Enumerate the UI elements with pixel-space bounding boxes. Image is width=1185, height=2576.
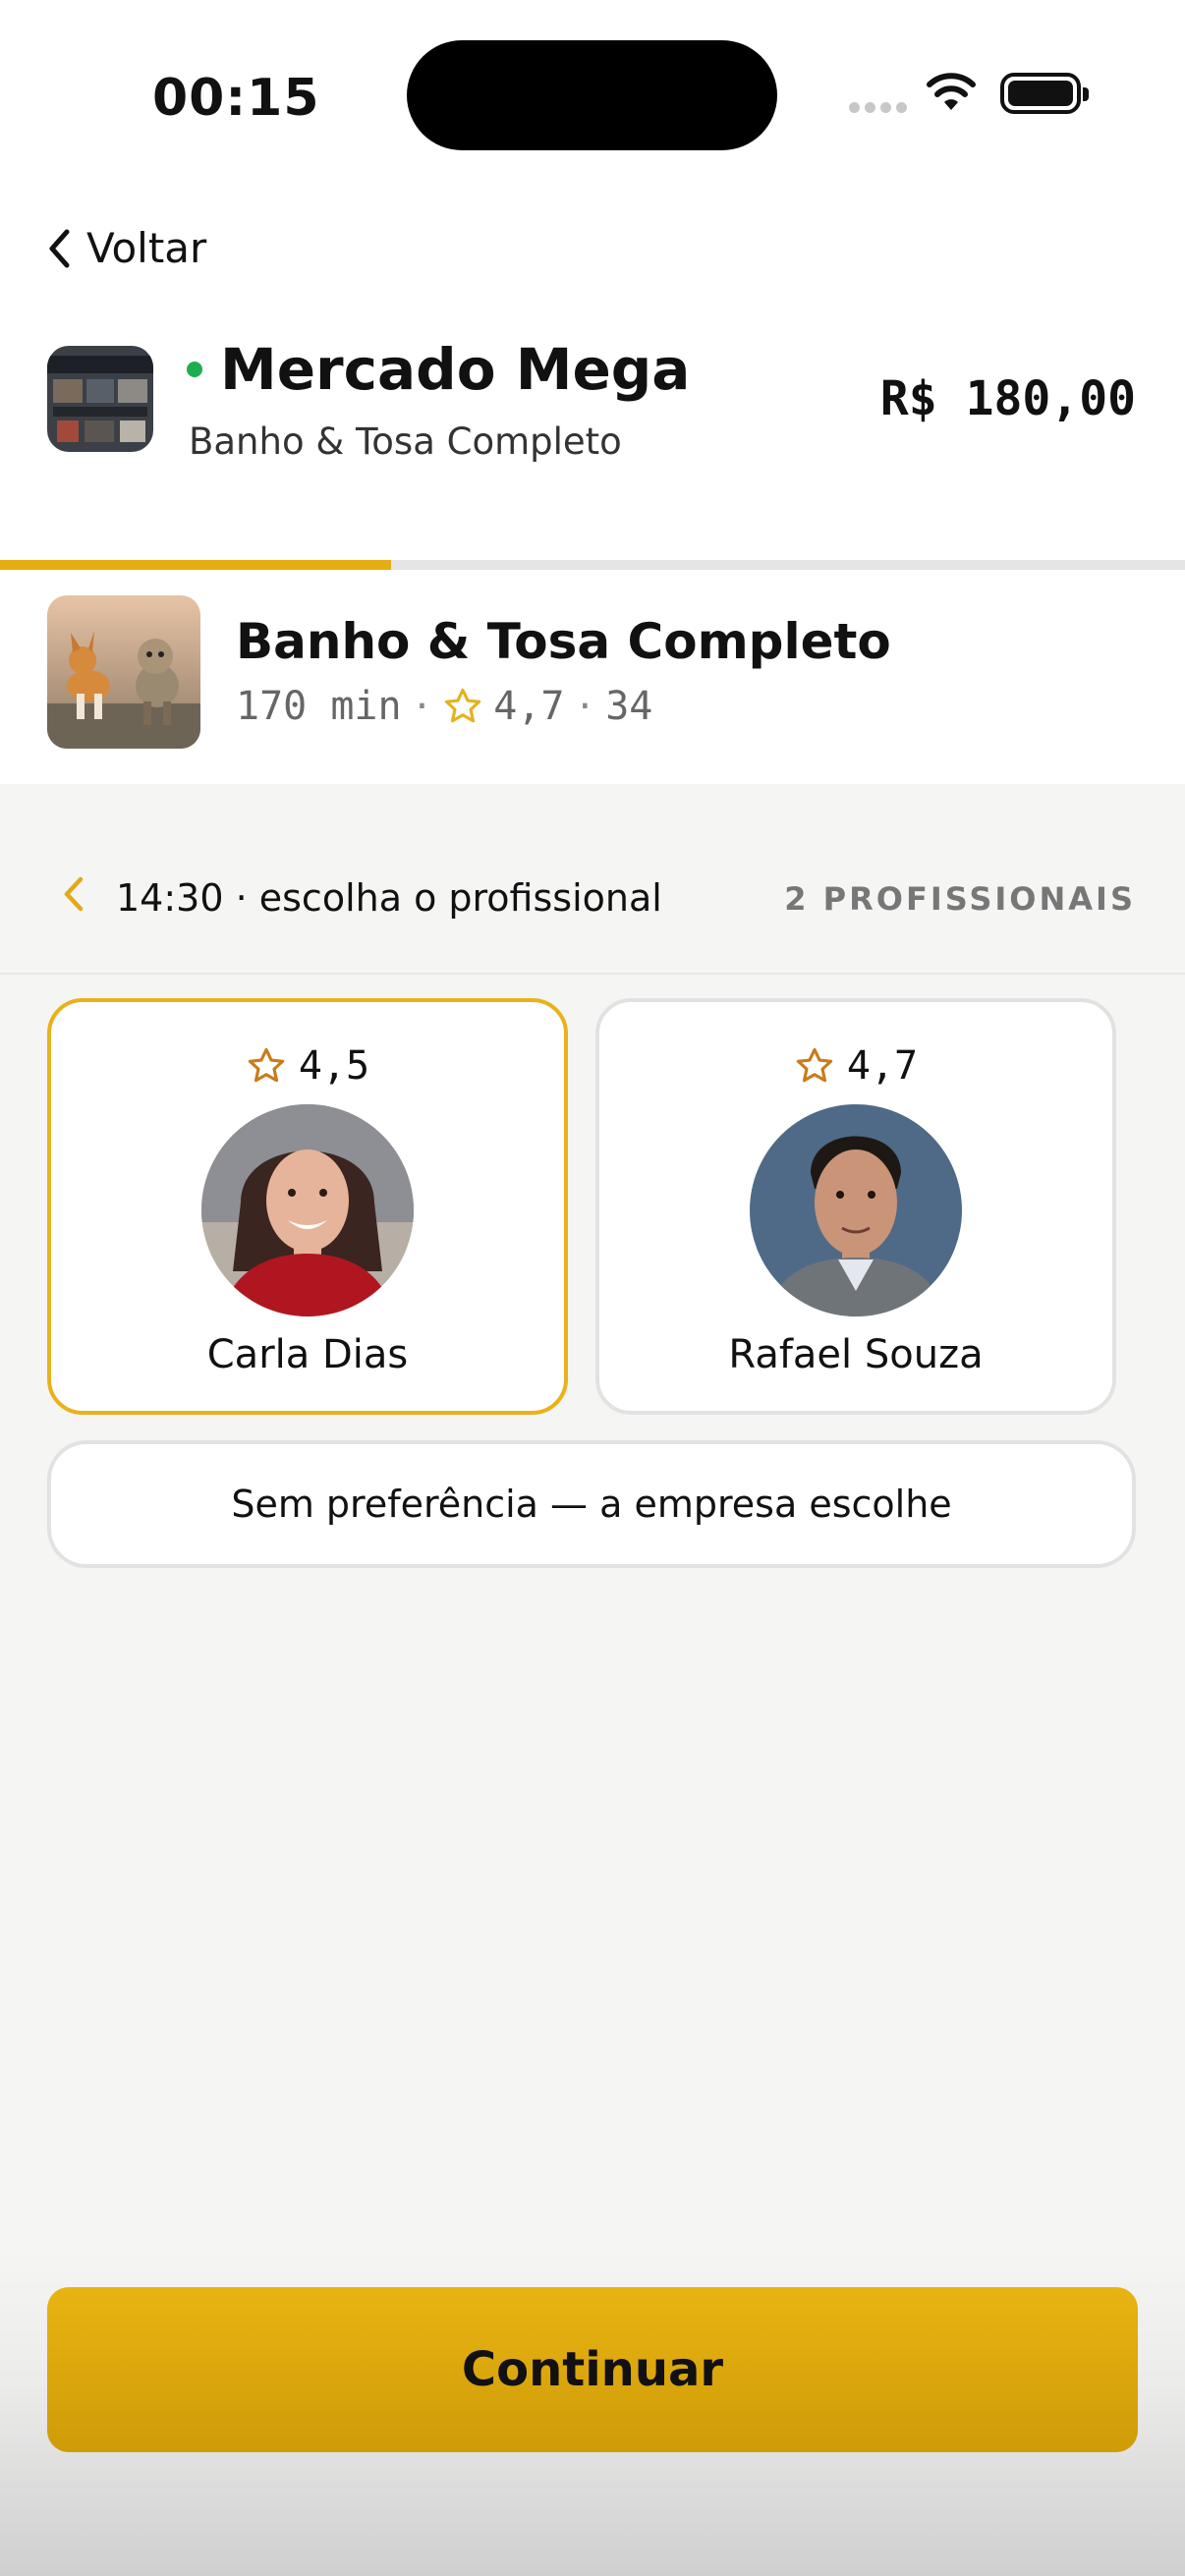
professional-name: Rafael Souza	[728, 1332, 984, 1377]
service-summary: Banho & Tosa Completo 170 min · 4,7 · 34	[0, 570, 1185, 784]
professional-section-header: 14:30 · escolha o profissional 2 PROFISS…	[0, 825, 1185, 975]
continue-button[interactable]: Continuar	[47, 2287, 1138, 2452]
status-bar: 00:15	[0, 0, 1185, 187]
chevron-left-icon	[49, 229, 70, 267]
store-header: Voltar Mercado Mega Banho & Tosa Complet…	[0, 187, 1185, 560]
progress-bar	[0, 560, 1185, 570]
rating-value: 4,5	[298, 1043, 370, 1089]
service-meta: 170 min · 4,7 · 34	[236, 684, 652, 729]
star-icon	[796, 1047, 833, 1083]
professional-name: Carla Dias	[206, 1332, 409, 1377]
professional-rating: 4,7	[599, 1043, 1112, 1089]
service-duration: 170 min	[236, 684, 402, 729]
progress-fill	[0, 560, 391, 570]
back-label: Voltar	[86, 224, 207, 272]
store-subtitle: Banho & Tosa Completo	[189, 420, 622, 463]
total-price: R$ 180,00	[879, 371, 1136, 426]
online-status-dot	[187, 362, 202, 377]
service-title: Banho & Tosa Completo	[236, 613, 891, 670]
store-thumbnail	[47, 346, 153, 452]
wifi-icon	[927, 73, 976, 110]
service-rating: 4,7	[493, 684, 565, 729]
status-time: 00:15	[152, 69, 320, 128]
professional-card[interactable]: 4,7 Rafael Souza	[595, 998, 1116, 1415]
professional-card[interactable]: 4,5 Carla Dias	[47, 998, 568, 1415]
separator-dot: ·	[411, 686, 433, 727]
professional-rating: 4,5	[51, 1043, 564, 1089]
star-icon	[445, 688, 481, 723]
star-icon	[248, 1047, 285, 1083]
service-thumbnail	[47, 595, 200, 749]
rating-value: 4,7	[846, 1043, 919, 1089]
battery-icon	[1000, 73, 1089, 114]
section-title: 14:30 · escolha o profissional	[116, 876, 662, 920]
store-name: Mercado Mega	[220, 336, 691, 403]
no-preference-button[interactable]: Sem preferência — a empresa escolhe	[47, 1440, 1136, 1568]
separator-dot: ·	[574, 686, 596, 727]
store-name-row: Mercado Mega	[187, 336, 690, 403]
dynamic-island	[407, 40, 777, 150]
back-button[interactable]: Voltar	[47, 224, 206, 272]
professional-count: 2 PROFISSIONAIS	[784, 880, 1136, 918]
avatar	[201, 1104, 414, 1316]
avatar	[750, 1104, 962, 1316]
chevron-left-icon[interactable]	[61, 874, 86, 914]
cellular-signal-icon	[849, 102, 907, 113]
service-review-count: 34	[605, 684, 653, 729]
